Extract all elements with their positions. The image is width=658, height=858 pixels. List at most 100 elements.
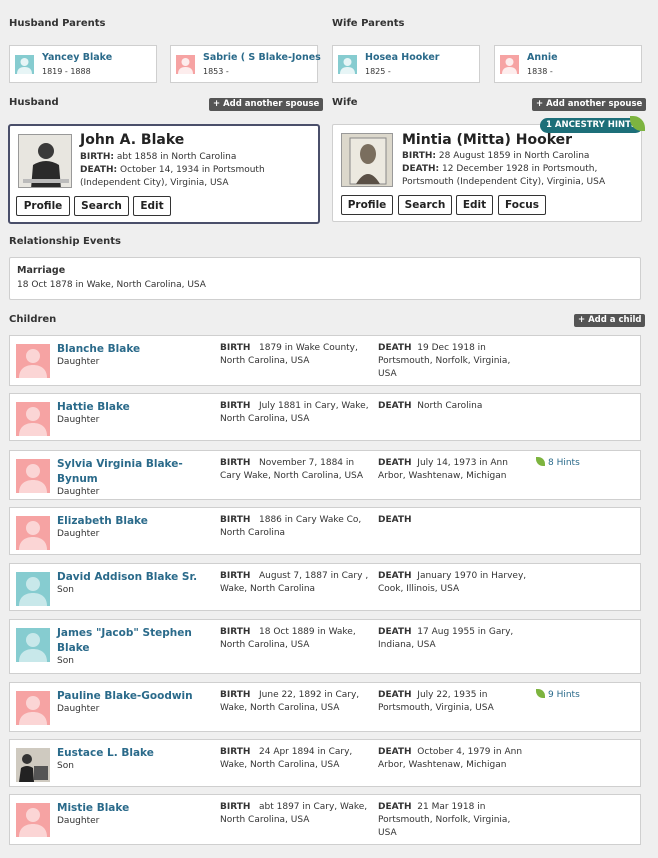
child-row[interactable]: Blanche Blake Daughter BIRTH 1879 in Wake … <box>9 335 641 386</box>
birth-label: BIRTH <box>220 571 251 581</box>
wife-photo[interactable] <box>341 133 393 187</box>
child-row[interactable]: David Addison Blake Sr. Son BIRTH August 7… <box>9 563 641 611</box>
child-row[interactable]: Elizabeth Blake Daughter BIRTH 1886 in Car… <box>9 507 641 555</box>
child-relation: Daughter <box>57 816 100 826</box>
birth-label: BIRTH: <box>402 151 437 161</box>
parent-name[interactable]: Sabrie ( S Blake-Jones <box>203 52 321 63</box>
death-label: DEATH: <box>402 164 440 174</box>
child-relation: Daughter <box>57 415 100 425</box>
edit-button[interactable]: Edit <box>133 196 171 216</box>
parent-tile-father[interactable]: Yancey Blake 1819 - 1888 <box>9 45 157 83</box>
child-name[interactable]: David Addison Blake Sr. <box>57 570 217 585</box>
husband-parents-heading: Husband Parents <box>9 18 106 29</box>
person-silhouette-icon <box>16 459 50 493</box>
birth-value: abt 1858 in North Carolina <box>116 152 237 162</box>
child-death: DEATH 17 Aug 1955 in Gary, Indiana, USA <box>378 626 528 652</box>
child-row[interactable]: Mistie Blake Daughter BIRTH abt 1897 in Ca… <box>9 794 641 845</box>
person-silhouette-icon <box>16 803 50 837</box>
child-death: DEATH 19 Dec 1918 in Portsmouth, Norfolk… <box>378 342 528 381</box>
child-relation: Son <box>57 585 74 595</box>
parent-name[interactable]: Annie <box>527 52 558 63</box>
add-another-spouse-button[interactable]: + Add another spouse <box>532 98 647 111</box>
child-name[interactable]: Elizabeth Blake <box>57 514 217 529</box>
birth-label: BIRTH <box>220 343 251 353</box>
child-death: DEATH July 22, 1935 in Portsmouth, Virgi… <box>378 689 528 715</box>
death-label: DEATH <box>378 571 412 581</box>
husband-heading: Husband <box>9 97 59 108</box>
children-heading: Children <box>9 314 57 325</box>
child-birth: BIRTH June 22, 1892 in Cary, Wake, North… <box>220 689 370 715</box>
person-silhouette-icon <box>15 55 34 74</box>
child-death: DEATH <box>378 514 528 527</box>
child-name[interactable]: Sylvia Virginia Blake-Bynum <box>57 457 217 487</box>
ancestry-hints-badge[interactable]: 1 ANCESTRY HINTS <box>540 118 644 133</box>
child-relation: Daughter <box>57 487 100 497</box>
husband-name[interactable]: John A. Blake <box>80 132 184 148</box>
add-another-spouse-button[interactable]: + Add another spouse <box>209 98 324 111</box>
birth-value: 28 August 1859 in North Carolina <box>438 151 590 161</box>
husband-photo[interactable] <box>18 134 72 188</box>
parent-name[interactable]: Yancey Blake <box>42 52 112 63</box>
child-birth: BIRTH July 1881 in Cary, Wake, North Car… <box>220 400 370 426</box>
birth-label: BIRTH <box>220 515 251 525</box>
marriage-event[interactable]: Marriage 18 Oct 1878 in Wake, North Caro… <box>9 257 641 300</box>
child-row[interactable]: Hattie Blake Daughter BIRTH July 1881 in C… <box>9 393 641 441</box>
child-birth: BIRTH November 7, 1884 in Cary Wake, Nor… <box>220 457 370 483</box>
relationship-events-heading: Relationship Events <box>9 236 121 247</box>
death-label: DEATH <box>378 747 412 757</box>
hints-count[interactable]: 8 Hints <box>548 458 580 468</box>
child-row[interactable]: Eustace L. Blake Son BIRTH 24 Apr 1894 in … <box>9 739 641 787</box>
child-name[interactable]: Eustace L. Blake <box>57 746 217 761</box>
hint-leaf-icon <box>536 457 545 466</box>
birth-label: BIRTH <box>220 802 251 812</box>
husband-card: John A. Blake BIRTH: abt 1858 in North C… <box>8 124 320 224</box>
child-relation: Son <box>57 656 74 666</box>
death-label: DEATH <box>378 343 412 353</box>
parent-years: 1838 - <box>527 67 553 76</box>
child-name[interactable]: Mistie Blake <box>57 801 217 816</box>
focus-button[interactable]: Focus <box>498 195 546 215</box>
birth-label: BIRTH <box>220 627 251 637</box>
wife-birth: BIRTH: 28 August 1859 in North Carolina <box>402 150 638 163</box>
child-row[interactable]: Sylvia Virginia Blake-Bynum Daughter BIRTH… <box>9 450 641 500</box>
hints-count[interactable]: 9 Hints <box>548 690 580 700</box>
add-child-button[interactable]: + Add a child <box>574 314 646 327</box>
person-silhouette-icon <box>176 55 195 74</box>
child-relation: Daughter <box>57 529 100 539</box>
death-label: DEATH <box>378 802 412 812</box>
birth-label: BIRTH <box>220 458 251 468</box>
wife-name[interactable]: Mintia (Mitta) Hooker <box>402 132 572 148</box>
child-name[interactable]: Pauline Blake-Goodwin <box>57 689 217 704</box>
husband-death: DEATH: October 14, 1934 in Portsmouth (I… <box>80 164 316 190</box>
hint-leaf-icon <box>536 689 545 698</box>
wife-parents-heading: Wife Parents <box>332 18 405 29</box>
profile-button[interactable]: Profile <box>16 196 70 216</box>
child-name[interactable]: Hattie Blake <box>57 400 217 415</box>
child-name[interactable]: James "Jacob" Stephen Blake <box>57 626 217 656</box>
hints-link[interactable]: 9 Hints <box>536 689 580 700</box>
search-button[interactable]: Search <box>74 196 129 216</box>
person-silhouette-icon <box>16 572 50 606</box>
child-name[interactable]: Blanche Blake <box>57 342 217 357</box>
parent-years: 1853 - <box>203 67 229 76</box>
child-death: DEATH January 1970 in Harvey, Cook, Illi… <box>378 570 528 596</box>
profile-button[interactable]: Profile <box>341 195 393 215</box>
hints-link[interactable]: 8 Hints <box>536 457 580 468</box>
parent-tile-mother[interactable]: Sabrie ( S Blake-Jones 1853 - <box>170 45 321 83</box>
parent-tile-wife-mother[interactable]: Annie 1838 - <box>494 45 642 83</box>
parent-tile-wife-father[interactable]: Hosea Hooker 1825 - <box>332 45 480 83</box>
person-silhouette-icon <box>16 691 50 725</box>
edit-button[interactable]: Edit <box>456 195 493 215</box>
death-label: DEATH <box>378 515 412 525</box>
child-birth: BIRTH 1879 in Wake County, North Carolin… <box>220 342 370 368</box>
marriage-label: Marriage <box>17 265 66 276</box>
parent-name[interactable]: Hosea Hooker <box>365 52 440 63</box>
child-birth: BIRTH 1886 in Cary Wake Co, North Caroli… <box>220 514 370 540</box>
husband-birth: BIRTH: abt 1858 in North Carolina <box>80 151 316 164</box>
child-row[interactable]: Pauline Blake-Goodwin Daughter BIRTH June … <box>9 682 641 732</box>
birth-label: BIRTH <box>220 401 251 411</box>
child-row[interactable]: James "Jacob" Stephen Blake Son BIRTH 18 O… <box>9 619 641 674</box>
child-photo[interactable] <box>16 748 50 782</box>
search-button[interactable]: Search <box>398 195 452 215</box>
child-relation: Daughter <box>57 357 100 367</box>
